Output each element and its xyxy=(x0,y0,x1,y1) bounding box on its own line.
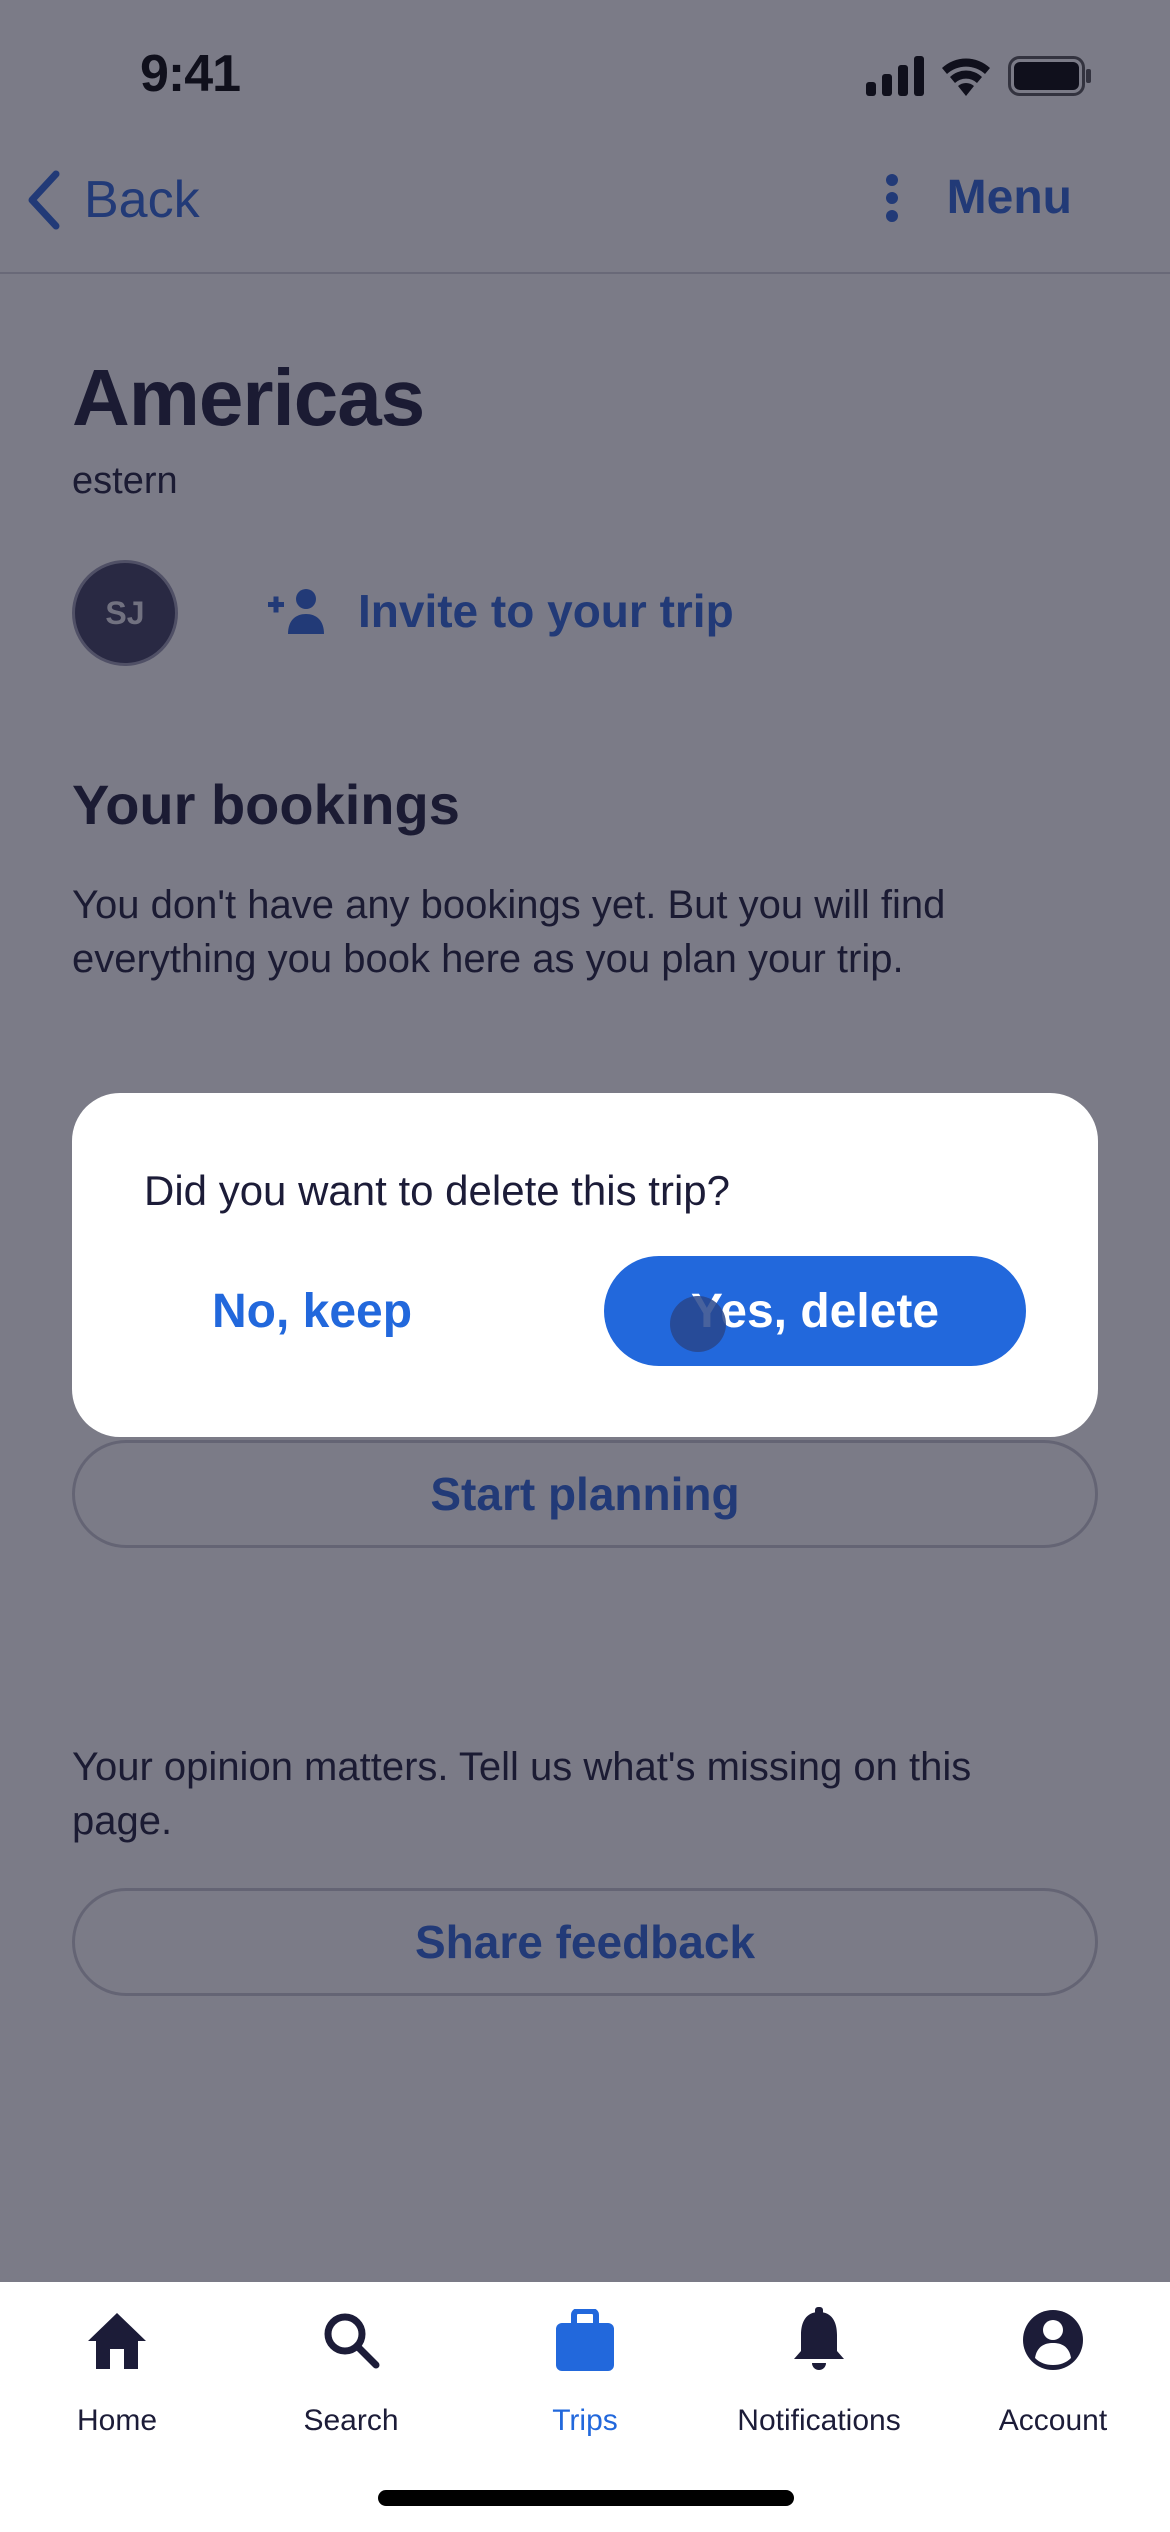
dialog-question: Did you want to delete this trip? xyxy=(144,1167,730,1214)
tab-search[interactable]: Search xyxy=(234,2302,468,2462)
delete-trip-dialog: Did you want to delete this trip? No, ke… xyxy=(72,1093,1098,1437)
tab-label: Account xyxy=(998,2404,1108,2437)
tab-label: Trips xyxy=(552,2404,618,2437)
tab-home[interactable]: Home xyxy=(0,2302,234,2462)
yes-delete-button[interactable]: Yes, delete xyxy=(604,1256,1026,1366)
tab-label: Home xyxy=(76,2404,158,2437)
tab-account[interactable]: Account xyxy=(936,2302,1170,2462)
home-icon xyxy=(88,2313,146,2369)
tab-trips[interactable]: Trips xyxy=(468,2302,702,2462)
tab-label: Search xyxy=(303,2404,399,2437)
tab-notifications[interactable]: Notifications xyxy=(702,2302,936,2462)
account-icon xyxy=(1023,2310,1083,2370)
briefcase-icon xyxy=(556,2309,614,2371)
tab-label: Notifications xyxy=(737,2404,901,2437)
search-icon xyxy=(324,2313,380,2369)
touch-indicator xyxy=(670,1296,726,1352)
no-keep-button[interactable]: No, keep xyxy=(192,1257,432,1365)
bell-icon xyxy=(794,2307,844,2370)
home-indicator[interactable] xyxy=(378,2490,794,2506)
